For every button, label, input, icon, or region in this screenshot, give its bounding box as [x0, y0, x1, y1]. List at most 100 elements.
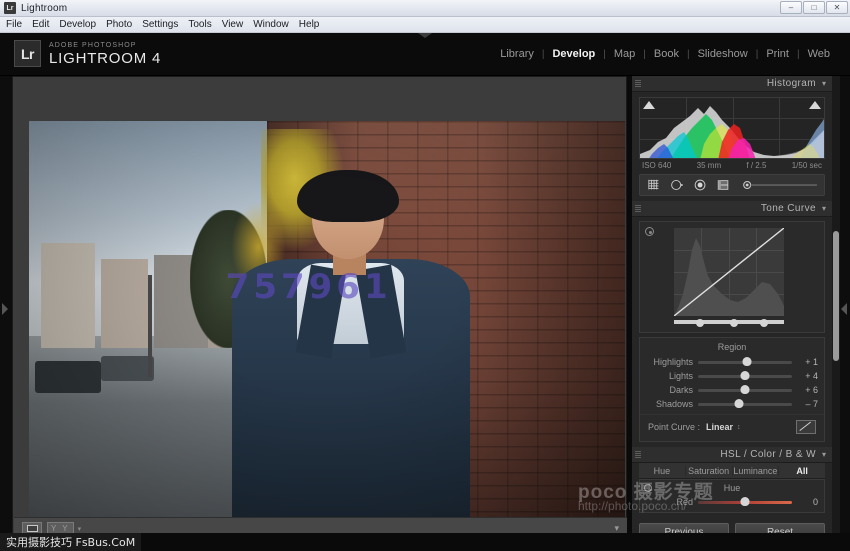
statusbar-text: 实用摄影技巧 FsBus.CoM	[0, 533, 141, 551]
menu-item-tools[interactable]: Tools	[188, 19, 211, 30]
top-panel-toggle-icon[interactable]	[418, 33, 432, 38]
app-icon: Lr	[4, 2, 16, 14]
lightroom-logo: Lr	[14, 40, 41, 67]
targeted-adjustment-icon[interactable]	[644, 484, 652, 492]
slider-value-highlights[interactable]: + 1	[792, 357, 818, 367]
slider-track-darks[interactable]	[698, 389, 792, 392]
hsl-panel-header[interactable]: HSL / Color / B & W ▾	[632, 447, 832, 463]
photo-frame: 757961	[29, 121, 625, 527]
slider-label-red: Red	[646, 497, 698, 507]
menu-item-edit[interactable]: Edit	[32, 19, 49, 30]
module-print[interactable]: Print	[758, 48, 797, 60]
hsl-tab-saturation[interactable]: Saturation	[686, 466, 733, 476]
module-develop[interactable]: Develop	[544, 48, 603, 60]
point-curve-value[interactable]: Linear	[706, 422, 733, 432]
tone-curve-svg[interactable]	[674, 228, 784, 316]
hsl-tab-bar: Hue Saturation Luminance All	[639, 463, 825, 479]
hsl-panel-body: Hue Red 0	[639, 479, 825, 513]
slider-track-shadows[interactable]	[698, 403, 792, 406]
menu-item-window[interactable]: Window	[253, 19, 289, 30]
slider-value-red[interactable]: 0	[792, 497, 818, 507]
minimize-button[interactable]: –	[780, 1, 802, 14]
module-map[interactable]: Map	[606, 48, 643, 60]
slider-knob-darks[interactable]	[741, 385, 750, 394]
crop-overlay-icon[interactable]	[647, 178, 661, 192]
slider-value-lights[interactable]: + 4	[792, 371, 818, 381]
slider-value-darks[interactable]: + 6	[792, 385, 818, 395]
module-web[interactable]: Web	[800, 48, 838, 60]
graduated-filter-icon[interactable]	[716, 178, 730, 192]
scrollbar-thumb[interactable]	[833, 231, 839, 361]
chevron-down-icon[interactable]: ▾	[822, 204, 826, 213]
maximize-button[interactable]: □	[803, 1, 825, 14]
slider-track-lights[interactable]	[698, 375, 792, 378]
menu-item-file[interactable]: File	[6, 19, 22, 30]
adjustment-brush-icon[interactable]	[739, 178, 824, 192]
menubar: File Edit Develop Photo Settings Tools V…	[0, 17, 850, 33]
right-panel-scrollbar[interactable]	[832, 76, 840, 541]
menu-item-develop[interactable]: Develop	[59, 19, 96, 30]
histogram-highlight-clipping-icon[interactable]	[809, 101, 821, 109]
expand-left-panel-icon[interactable]	[2, 303, 8, 315]
slider-knob-shadows[interactable]	[735, 399, 744, 408]
identity-title: LIGHTROOM 4	[49, 51, 161, 66]
slider-knob-highlights[interactable]	[742, 357, 751, 366]
menu-item-photo[interactable]: Photo	[106, 19, 132, 30]
menu-item-help[interactable]: Help	[299, 19, 320, 30]
region-label: Region	[640, 342, 824, 352]
hsl-tab-all[interactable]: All	[779, 466, 825, 476]
slider-value-shadows[interactable]: – 7	[792, 399, 818, 409]
window-titlebar: Lr Lightroom – □ ✕	[0, 0, 850, 17]
point-curve-row: Point Curve : Linear ↕	[640, 414, 824, 436]
module-bar: Lr ADOBE PHOTOSHOP LIGHTROOM 4 Library |…	[0, 33, 850, 76]
slider-track-red[interactable]	[698, 501, 792, 504]
photo-vignette	[29, 121, 625, 527]
slider-knob-lights[interactable]	[741, 371, 750, 380]
preview-image[interactable]: 757961	[29, 121, 625, 527]
slider-knob-red[interactable]	[741, 497, 750, 506]
slider-row-darks[interactable]: Darks + 6	[640, 384, 824, 396]
slider-row-lights[interactable]: Lights + 4	[640, 370, 824, 382]
expand-right-panel-icon[interactable]	[841, 303, 847, 315]
tone-curve-range-handle[interactable]	[730, 319, 738, 327]
spot-removal-icon[interactable]	[670, 178, 684, 192]
module-slideshow[interactable]: Slideshow	[690, 48, 756, 60]
image-watermark: 757961	[226, 267, 392, 307]
exif-iso: ISO 640	[642, 161, 671, 170]
tone-curve-graph[interactable]	[639, 221, 825, 333]
hsl-tab-hue[interactable]: Hue	[639, 466, 686, 476]
chevron-down-icon[interactable]: ▾	[822, 79, 826, 88]
edit-point-curve-button[interactable]	[796, 420, 816, 434]
module-library[interactable]: Library	[492, 48, 542, 60]
tone-curve-range-handle[interactable]	[760, 319, 768, 327]
identity-subtitle: ADOBE PHOTOSHOP	[49, 42, 161, 49]
slider-track-highlights[interactable]	[698, 361, 792, 364]
histogram-graph[interactable]	[639, 97, 825, 159]
tone-curve-range-handle[interactable]	[696, 319, 704, 327]
slider-row-shadows[interactable]: Shadows – 7	[640, 398, 824, 410]
toolbar-caret-icon[interactable]: ▾	[78, 525, 82, 533]
menu-item-view[interactable]: View	[222, 19, 244, 30]
histogram-panel-header[interactable]: Histogram ▾	[632, 76, 832, 92]
point-curve-dropdown-icon[interactable]: ↕	[737, 424, 741, 431]
slider-row-red[interactable]: Red 0	[640, 496, 824, 508]
slider-label-shadows: Shadows	[646, 399, 698, 409]
histogram-title: Histogram	[767, 78, 816, 89]
left-panel-strip[interactable]	[0, 76, 12, 541]
hsl-title: HSL / Color / B & W	[720, 449, 816, 460]
slider-label-lights: Lights	[646, 371, 698, 381]
histogram-exif-info: ISO 640 35 mm f / 2.5 1/50 sec	[632, 159, 832, 170]
slider-label-highlights: Highlights	[646, 357, 698, 367]
module-book[interactable]: Book	[646, 48, 687, 60]
chevron-down-icon[interactable]: ▾	[822, 450, 826, 459]
menu-item-settings[interactable]: Settings	[142, 19, 178, 30]
slider-row-highlights[interactable]: Highlights + 1	[640, 356, 824, 368]
histogram-shadow-clipping-icon[interactable]	[643, 101, 655, 109]
red-eye-correction-icon[interactable]	[693, 178, 707, 192]
close-button[interactable]: ✕	[826, 1, 848, 14]
hsl-tab-luminance[interactable]: Luminance	[733, 466, 780, 476]
targeted-adjustment-icon[interactable]	[645, 227, 654, 236]
right-panel-strip[interactable]	[840, 76, 850, 541]
slider-label-darks: Darks	[646, 385, 698, 395]
tone-curve-panel-header[interactable]: Tone Curve ▾	[632, 201, 832, 217]
